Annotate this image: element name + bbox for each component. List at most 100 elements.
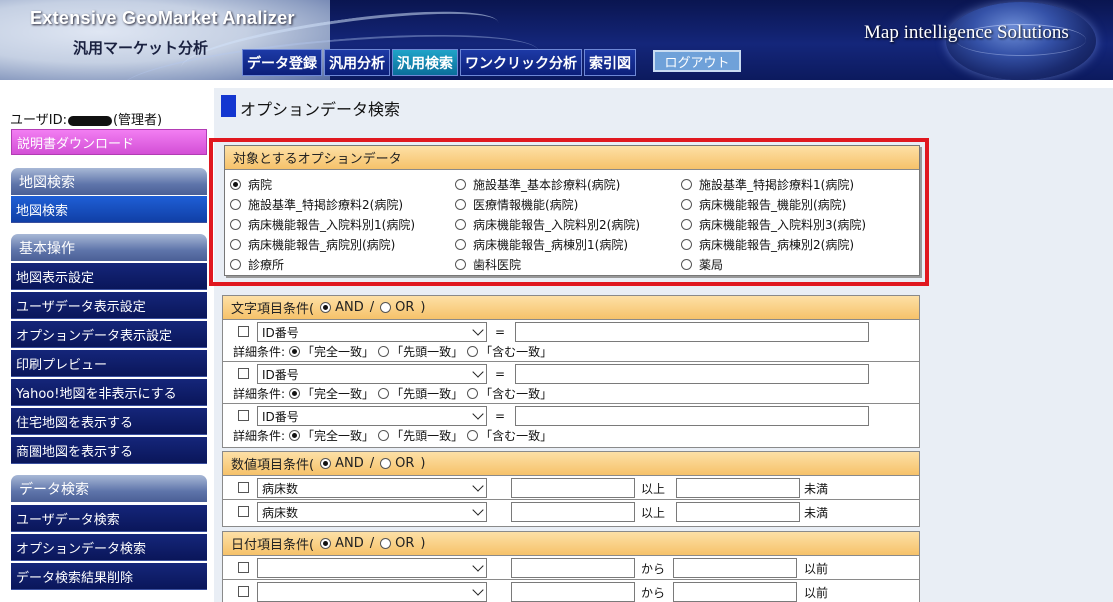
radio-selected-icon[interactable] [230,179,241,190]
tab-one-click-analysis[interactable]: ワンクリック分析 [460,49,582,76]
and-radio[interactable] [320,458,332,469]
user-id-label: ユーザID: (管理者) [10,109,162,128]
field-select[interactable]: ID番号 [257,364,487,384]
main-nav: データ登録 汎用分析 汎用検索 ワンクリック分析 索引図 [242,49,638,77]
radio-icon[interactable] [455,199,466,210]
sidebar-item-map-display-settings[interactable]: 地図表示設定 [11,263,207,290]
tab-data-registration[interactable]: データ登録 [242,49,322,76]
radio-icon[interactable] [230,259,241,270]
radio-icon[interactable] [681,239,692,250]
option-radio-bed-ward-1[interactable]: 病床機能報告_病棟別1(病院) [455,236,628,253]
field-select[interactable]: ID番号 [257,322,487,342]
text-value-input[interactable] [515,406,869,426]
option-radio-facility-basic[interactable]: 施設基準_基本診療料(病院) [455,176,620,193]
text-value-input[interactable] [515,364,869,384]
or-radio[interactable] [380,538,392,549]
sidebar-item-user-data-search[interactable]: ユーザデータ検索 [11,505,207,532]
sidebar-item-map-search[interactable]: 地図検索 [11,196,207,223]
sidebar-item-hide-yahoo-map[interactable]: Yahoo!地図を非表示にする [11,379,207,406]
min-value-input[interactable] [511,478,635,498]
tab-index-map[interactable]: 索引図 [584,49,636,76]
tab-general-analysis[interactable]: 汎用分析 [324,49,390,76]
radio-icon[interactable] [378,430,390,441]
condition-checkbox[interactable] [238,368,249,379]
option-radio-clinic[interactable]: 診療所 [230,256,284,273]
app-title: Extensive GeoMarket Analizer [30,8,295,28]
condition-checkbox[interactable] [238,562,249,573]
to-date-input[interactable] [673,558,797,578]
sidebar-item-option-data-search[interactable]: オプションデータ検索 [11,534,207,561]
sidebar-item-show-residential-map[interactable]: 住宅地図を表示する [11,408,207,435]
field-select[interactable]: 病床数 [257,478,487,498]
option-radio-medical-info[interactable]: 医療情報機能(病院) [455,196,578,213]
max-value-input[interactable] [676,502,800,522]
radio-icon[interactable] [455,179,466,190]
option-radio-bed-admission-2[interactable]: 病床機能報告_入院料別2(病院) [455,216,640,233]
sidebar-item-delete-search-results[interactable]: データ検索結果削除 [11,563,207,590]
option-radio-bed-function[interactable]: 病床機能報告_機能別(病院) [681,196,846,213]
page-title-marker [221,95,236,117]
radio-icon[interactable] [455,219,466,230]
condition-checkbox[interactable] [238,410,249,421]
and-radio[interactable] [320,538,332,549]
condition-checkbox[interactable] [238,586,249,597]
or-radio[interactable] [380,458,392,469]
option-radio-pharmacy[interactable]: 薬局 [681,256,723,273]
detail-condition: 詳細条件: 「完全一致」 「先頭一致」 「含む一致」 [233,345,553,359]
from-date-input[interactable] [511,558,635,578]
field-select[interactable]: ID番号 [257,406,487,426]
sidebar-item-show-trade-area-map[interactable]: 商圏地図を表示する [11,437,207,464]
max-value-input[interactable] [676,478,800,498]
text-value-input[interactable] [515,322,869,342]
field-select[interactable]: 病床数 [257,502,487,522]
date-condition-row: から 以前 [223,580,919,602]
option-radio-dental[interactable]: 歯科医院 [455,256,521,273]
radio-icon[interactable] [455,259,466,270]
condition-checkbox[interactable] [238,326,249,337]
option-radio-bed-ward-2[interactable]: 病床機能報告_病棟別2(病院) [681,236,854,253]
option-data-panel: 対象とするオプションデータ 病院 施設基準_基本診療料(病院) 施設基準_特掲診… [224,145,920,276]
option-radio-bed-admission-3[interactable]: 病床機能報告_入院料別3(病院) [681,216,866,233]
radio-icon[interactable] [230,239,241,250]
condition-checkbox[interactable] [238,482,249,493]
and-radio[interactable] [320,302,332,313]
to-date-input[interactable] [673,582,797,602]
from-date-input[interactable] [511,582,635,602]
radio-icon[interactable] [467,430,479,441]
min-value-input[interactable] [511,502,635,522]
manual-download-button[interactable]: 説明書ダウンロード [11,129,207,155]
option-radio-bed-admission-1[interactable]: 病床機能報告_入院料別1(病院) [230,216,415,233]
tab-general-search[interactable]: 汎用検索 [392,49,458,76]
radio-icon[interactable] [681,219,692,230]
radio-icon[interactable] [681,179,692,190]
radio-icon[interactable] [378,346,390,357]
user-role: (管理者) [112,113,163,128]
detail-condition: 詳細条件: 「完全一致」 「先頭一致」 「含む一致」 [233,387,553,401]
logout-button[interactable]: ログアウト [653,50,741,72]
sidebar-item-option-data-display-settings[interactable]: オプションデータ表示設定 [11,321,207,348]
option-radio-hospital[interactable]: 病院 [230,176,272,193]
radio-icon[interactable] [467,388,479,399]
option-radio-bed-hospital[interactable]: 病床機能報告_病院別(病院) [230,236,395,253]
radio-selected-icon[interactable] [289,346,301,357]
radio-icon[interactable] [467,346,479,357]
or-radio[interactable] [380,302,392,313]
radio-icon[interactable] [681,259,692,270]
detail-condition: 詳細条件: 「完全一致」 「先頭一致」 「含む一致」 [233,429,553,443]
radio-selected-icon[interactable] [289,388,301,399]
field-select[interactable] [257,582,487,602]
field-select[interactable] [257,558,487,578]
sidebar-item-user-data-display-settings[interactable]: ユーザデータ表示設定 [11,292,207,319]
radio-icon[interactable] [378,388,390,399]
radio-icon[interactable] [230,199,241,210]
radio-icon[interactable] [681,199,692,210]
sidebar-item-print-preview[interactable]: 印刷プレビュー [11,350,207,377]
radio-icon[interactable] [230,219,241,230]
radio-icon[interactable] [455,239,466,250]
option-radio-facility-special-2[interactable]: 施設基準_特掲診療料2(病院) [230,196,403,213]
radio-selected-icon[interactable] [289,430,301,441]
app-subtitle: 汎用マーケット分析 [73,39,209,57]
condition-checkbox[interactable] [238,506,249,517]
option-radio-facility-special-1[interactable]: 施設基準_特掲診療料1(病院) [681,176,854,193]
text-conditions-panel: 文字項目条件( AND / OR ) ID番号 = 詳細条件: 「完全一致」 「… [222,295,920,448]
